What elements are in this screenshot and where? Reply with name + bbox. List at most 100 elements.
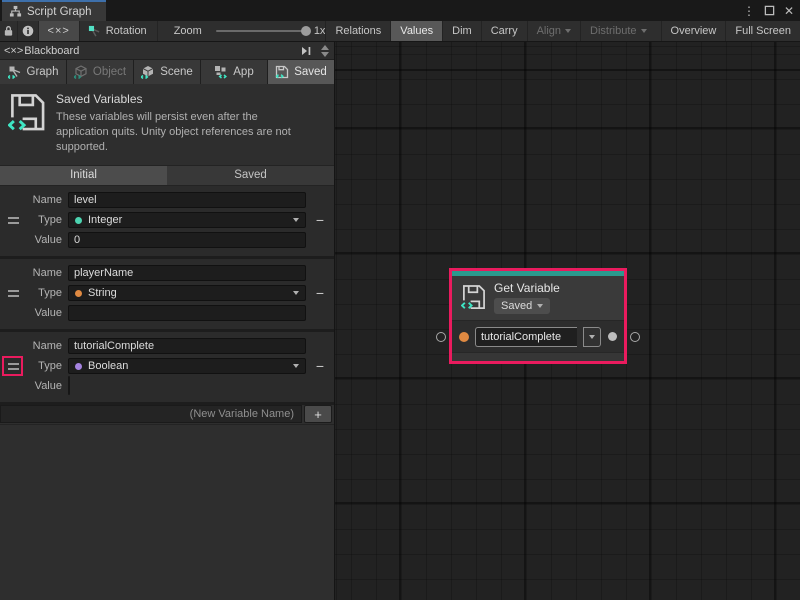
info-line: supported.: [56, 140, 291, 155]
floppy-disk-icon: [8, 92, 46, 155]
node-title: Get Variable: [494, 281, 560, 295]
highlight-box-drag-handle: [2, 356, 23, 376]
lock-button[interactable]: [0, 21, 18, 41]
carry-button[interactable]: Carry: [481, 21, 527, 41]
zoom-slider-knob[interactable]: [301, 26, 311, 36]
tab-saved[interactable]: Saved: [268, 60, 334, 84]
variable-value-input[interactable]: [68, 232, 306, 248]
get-variable-node[interactable]: Get Variable Saved: [449, 268, 627, 364]
drag-handle-icon[interactable]: [8, 290, 19, 297]
align-dropdown[interactable]: Align: [527, 21, 580, 41]
type-value: Integer: [88, 214, 287, 226]
app-squares-icon: [214, 65, 228, 79]
variable-value-input[interactable]: [68, 305, 306, 321]
scroll-down-icon[interactable]: [321, 52, 329, 57]
node-right-connection-port[interactable]: [630, 332, 640, 342]
graph-toolbar: <×> Rotation Zoom 1x Relations Values Di…: [0, 21, 800, 42]
distribute-label: Distribute: [590, 25, 636, 37]
integer-type-dot: [75, 217, 82, 224]
info-button[interactable]: [18, 21, 39, 41]
subtab-initial[interactable]: Initial: [0, 166, 167, 185]
tab-app[interactable]: App: [201, 60, 267, 84]
remove-variable-button[interactable]: −: [316, 359, 324, 373]
scene-cube-icon: [141, 65, 155, 79]
zoom-slider[interactable]: [216, 30, 306, 32]
row-gutter: [0, 290, 26, 297]
subtab-saved[interactable]: Saved: [167, 166, 334, 185]
type-label: Type: [26, 214, 62, 226]
zoom-label: Zoom: [174, 25, 202, 37]
close-icon[interactable]: ✕: [784, 5, 794, 17]
tab-object-label: Object: [93, 66, 126, 78]
chevron-down-icon: [565, 29, 571, 33]
new-variable-name-input[interactable]: [0, 405, 302, 423]
type-dropdown[interactable]: String: [68, 285, 306, 301]
distribute-dropdown[interactable]: Distribute: [580, 21, 655, 41]
tab-graph[interactable]: Graph: [0, 60, 66, 84]
variable-value-row: Value: [0, 304, 334, 323]
kebab-menu-icon[interactable]: ⋮: [743, 5, 755, 17]
variable-name-row: Name: [0, 337, 334, 356]
add-variable-button[interactable]: +: [304, 405, 332, 423]
relations-button[interactable]: Relations: [325, 21, 390, 41]
tab-object[interactable]: Object: [67, 60, 133, 84]
name-label: Name: [26, 340, 62, 352]
node-title-block: Get Variable Saved: [494, 281, 560, 314]
node-body: [452, 320, 624, 352]
type-label: Type: [26, 287, 62, 299]
variables-toggle-button[interactable]: <×>: [39, 21, 80, 41]
scroll-up-icon[interactable]: [321, 45, 329, 50]
remove-variable-button[interactable]: −: [316, 286, 324, 300]
blackboard-title: Blackboard: [24, 45, 79, 57]
variable-name-dropdown-button[interactable]: [583, 327, 601, 347]
new-variable-row: +: [0, 405, 334, 425]
boolean-value-checkbox[interactable]: [68, 376, 70, 395]
string-input-port[interactable]: [459, 332, 469, 342]
saved-variables-description: Saved Variables These variables will per…: [56, 92, 291, 155]
row-gutter: [0, 217, 26, 224]
string-type-dot: [75, 290, 82, 297]
boolean-type-dot: [75, 363, 82, 370]
variable-name-input[interactable]: [68, 265, 306, 281]
variable-name-field[interactable]: [475, 327, 577, 347]
type-dropdown[interactable]: Boolean: [68, 358, 306, 374]
tab-scene[interactable]: Scene: [134, 60, 200, 84]
saved-floppy-icon: [275, 65, 289, 79]
panel-scroll-arrows: [319, 45, 331, 57]
graph-icon: [8, 65, 22, 79]
variable-value-row: Value: [0, 377, 334, 396]
remove-variable-button[interactable]: −: [316, 213, 324, 227]
script-graph-window: Script Graph ⋮ ✕ <×> Rotation Zoom: [0, 0, 800, 600]
name-label: Name: [26, 194, 62, 206]
value-output-port[interactable]: [608, 332, 617, 341]
lock-icon: [3, 25, 14, 37]
chevron-down-icon: [537, 304, 543, 308]
chevron-down-icon: [641, 29, 647, 33]
maximize-icon[interactable]: [764, 5, 775, 16]
dock-panel-button[interactable]: [297, 44, 315, 58]
type-dropdown[interactable]: Integer: [68, 212, 306, 228]
value-label: Value: [26, 307, 62, 319]
variable-type-row: Type String −: [0, 284, 334, 303]
values-button[interactable]: Values: [390, 21, 442, 41]
graph-canvas[interactable]: Get Variable Saved: [335, 42, 800, 600]
chevron-down-icon: [589, 335, 595, 339]
info-icon: [22, 25, 34, 37]
tab-script-graph[interactable]: Script Graph: [2, 0, 106, 21]
variable-scope-dropdown[interactable]: Saved: [494, 298, 550, 314]
window-controls: ⋮ ✕: [743, 0, 794, 21]
variable-name-input[interactable]: [68, 192, 306, 208]
variable-group-playerName: Name Type String −: [0, 259, 334, 332]
row-right-slot: −: [306, 213, 334, 227]
drag-handle-icon[interactable]: [8, 217, 19, 224]
variable-type-row: Type Boolean −: [0, 357, 334, 376]
rotation-button[interactable]: Rotation: [80, 21, 158, 41]
variable-name-input[interactable]: [68, 338, 306, 354]
tab-saved-label: Saved: [294, 66, 327, 78]
full-screen-button[interactable]: Full Screen: [725, 21, 800, 41]
dim-button[interactable]: Dim: [442, 21, 481, 41]
name-label: Name: [26, 267, 62, 279]
overview-button[interactable]: Overview: [661, 21, 726, 41]
node-left-connection-port[interactable]: [436, 332, 446, 342]
align-label: Align: [537, 25, 561, 37]
